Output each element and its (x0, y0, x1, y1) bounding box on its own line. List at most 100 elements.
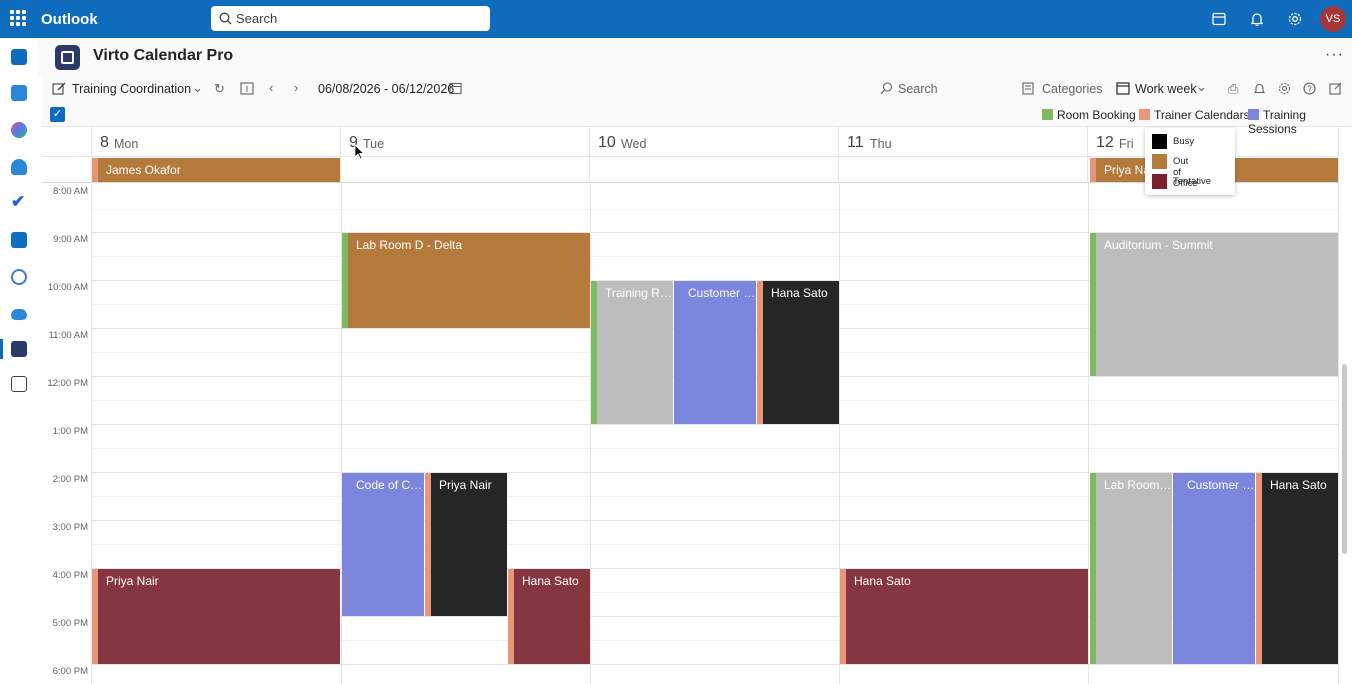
allday-event[interactable]: James Okafor (92, 158, 340, 182)
calendar-icon[interactable] (11, 85, 27, 101)
calendar-event[interactable]: Hana Sato (840, 569, 1088, 664)
time-label: 2:00 PM (52, 474, 88, 485)
day-header-wed[interactable]: 10 Wed (590, 127, 839, 157)
legend-swatch (1139, 109, 1150, 120)
calendar-event[interactable]: Lab Room D... (1090, 473, 1172, 664)
app-name[interactable]: Outlook (41, 11, 98, 28)
time-label: 12:00 PM (47, 378, 88, 389)
date-range[interactable]: 06/08/2026 - 06/12/2026 (318, 82, 454, 96)
calendar-event[interactable]: Hana Sato (1256, 473, 1338, 664)
view-dropdown-chevron-icon[interactable]: ⌄ (192, 80, 203, 96)
settings-gear-icon[interactable] (1287, 11, 1303, 27)
calendar-event[interactable]: Training Roo... (591, 281, 673, 424)
legend-room-booking[interactable]: Room Booking (1042, 108, 1136, 122)
more-options-icon[interactable]: ··· (1325, 46, 1344, 64)
allday-cell[interactable] (590, 157, 839, 183)
select-all-checkbox[interactable]: ✓ (50, 107, 65, 122)
svg-text:?: ? (1307, 85, 1312, 94)
calendar-event[interactable]: Hana Sato (757, 281, 839, 424)
status-legend-popup: Busy Out of Office Tentative (1145, 128, 1235, 195)
time-label: 3:00 PM (52, 522, 88, 533)
time-label: 10:00 AM (47, 282, 88, 293)
calendar-toolbar: Training Coordination ⌄ ↻ ‹ › 06/08/2026… (42, 76, 1352, 101)
half-hour-line (92, 209, 1339, 210)
status-swatch (1152, 154, 1167, 169)
allday-cell[interactable] (341, 157, 590, 183)
day-divider (1088, 183, 1089, 684)
legend-training-sessions[interactable]: Training Sessions (1248, 108, 1352, 136)
categories-icon (1022, 82, 1034, 95)
app-launcher-icon[interactable] (10, 10, 26, 26)
calendar-event[interactable]: Lab Room D - Delta (342, 233, 590, 328)
reminder-bell-icon[interactable] (1253, 82, 1266, 95)
calendar-event[interactable]: Priya Nair (425, 473, 507, 616)
allday-gutter (42, 157, 92, 183)
mail-icon[interactable] (11, 49, 27, 65)
user-avatar[interactable]: VS (1320, 6, 1346, 32)
today-icon[interactable] (240, 82, 254, 95)
day-header-thu[interactable]: 11 Thu (839, 127, 1088, 157)
calendar-event[interactable]: Hana Sato (508, 569, 590, 664)
copilot-icon[interactable] (11, 122, 27, 138)
notifications-icon[interactable] (1249, 11, 1265, 27)
calendar-search-input[interactable]: Search (898, 82, 938, 96)
status-swatch (1152, 134, 1167, 149)
org-explorer-icon[interactable] (11, 269, 27, 285)
half-hour-line (92, 448, 1339, 449)
calendar-grid: 8 Mon 9 Tue 10 Wed 11 Thu 12 Fri 8:00 AM 9:00… (42, 127, 1352, 684)
print-icon[interactable]: ⎙ (1228, 81, 1238, 97)
allday-cell[interactable] (839, 157, 1088, 183)
time-label: 5:00 PM (52, 618, 88, 629)
time-label: 1:00 PM (52, 426, 88, 437)
work-week-icon (1116, 82, 1130, 95)
onedrive-cloud-icon[interactable] (11, 309, 27, 320)
calendar-search-icon (880, 82, 893, 95)
help-icon[interactable]: ? (1303, 82, 1316, 95)
time-gutter-header (42, 127, 92, 157)
virto-calendar-logo-icon (55, 45, 80, 70)
time-label: 8:00 AM (53, 186, 88, 197)
calendar-settings-icon[interactable] (1278, 82, 1291, 95)
todo-check-icon[interactable]: ✔ (11, 193, 27, 211)
calendar-event[interactable]: Customer S... (674, 281, 756, 424)
calendar-event[interactable]: Customer S... (1173, 473, 1255, 664)
hour-line (92, 664, 1339, 665)
legend-swatch (1042, 109, 1053, 120)
page-title: Virto Calendar Pro (93, 47, 234, 64)
calendar-event[interactable]: Priya Nair (92, 569, 340, 664)
legend-trainer-calendars[interactable]: Trainer Calendars (1139, 108, 1250, 122)
open-in-new-window-icon[interactable] (1329, 82, 1342, 95)
view-selector[interactable]: Training Coordination (72, 82, 191, 96)
previous-week-icon[interactable]: ‹ (269, 80, 273, 95)
word-icon[interactable] (11, 232, 27, 248)
time-label: 4:00 PM (52, 570, 88, 581)
calendar-event[interactable]: Auditorium - Summit (1090, 233, 1338, 376)
day-divider (590, 183, 591, 684)
edit-view-icon[interactable] (52, 82, 66, 96)
hour-line (92, 424, 1339, 425)
global-search-input[interactable]: Search (211, 6, 490, 31)
virto-calendar-app-icon[interactable] (11, 341, 27, 357)
more-apps-icon[interactable] (11, 376, 27, 392)
vertical-scrollbar[interactable] (1342, 364, 1347, 554)
app-rail: ✔ (0, 38, 38, 684)
legend-swatch (1248, 109, 1259, 120)
next-week-icon[interactable]: › (294, 80, 298, 95)
my-day-icon[interactable] (1211, 11, 1227, 27)
date-picker-icon[interactable] (449, 82, 462, 95)
view-mode-selector[interactable]: Work week (1135, 82, 1197, 96)
view-mode-chevron-icon[interactable]: ⌄ (1196, 79, 1207, 95)
time-label: 9:00 AM (53, 234, 88, 245)
app-header: Virto Calendar Pro ··· (38, 38, 1352, 76)
status-swatch (1152, 174, 1167, 189)
day-header-tue[interactable]: 9 Tue (341, 127, 590, 157)
day-divider (1338, 183, 1339, 684)
search-placeholder: Search (236, 11, 278, 26)
people-icon[interactable] (11, 159, 27, 175)
calendar-event[interactable]: Code of Con... (342, 473, 424, 616)
categories-button[interactable]: Categories (1042, 82, 1102, 96)
day-header-mon[interactable]: 8 Mon (92, 127, 341, 157)
time-label: 11:00 AM (48, 330, 88, 341)
mouse-cursor-icon (354, 144, 364, 160)
refresh-icon[interactable]: ↻ (214, 81, 225, 97)
